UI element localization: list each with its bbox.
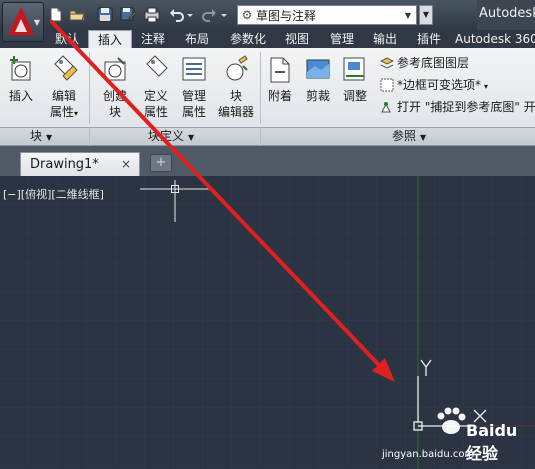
workspace-label: 草图与注释	[256, 8, 317, 23]
frames-vary-dropdown[interactable]: *边框可变选项* ▾	[380, 76, 488, 94]
plus-icon: +	[155, 155, 167, 170]
define-attribute-button[interactable]: 定义 属性	[138, 52, 174, 120]
create-block-label-2: 块	[108, 105, 121, 119]
block-editor-button[interactable]: 块 编辑器	[216, 52, 256, 120]
drawing-canvas[interactable]	[0, 176, 535, 469]
save-icon[interactable]	[96, 6, 114, 23]
clip-label: 剪裁	[305, 89, 330, 103]
open-file-icon[interactable]	[68, 6, 86, 23]
block-editor-label-2: 编辑器	[217, 105, 254, 119]
ribbon-panel: 插入 编辑 属性▾ 创建 块 定义 属性 管理 属性 块 编辑器 附着 剪裁 调…	[0, 48, 535, 128]
watermark-brand: Baidu 经验	[466, 421, 518, 463]
redo-icon[interactable]	[200, 6, 218, 23]
adjust-label: 调整	[342, 89, 367, 103]
frame-icon	[380, 78, 394, 92]
chevron-down-icon: ▼	[33, 18, 40, 27]
tab-output[interactable]: 输出	[366, 30, 404, 48]
manage-attributes-button[interactable]: 管理 属性	[176, 52, 212, 120]
tab-annotate[interactable]: 注释	[134, 30, 172, 48]
tab-view[interactable]: 视图	[278, 30, 316, 48]
redo-dropdown-icon[interactable]	[220, 6, 228, 23]
underlay-layers-button[interactable]: 参考底图图层	[379, 54, 469, 72]
gear-icon: ⚙	[241, 8, 253, 22]
attach-button[interactable]: 附着	[264, 52, 296, 104]
tab-insert[interactable]: 插入	[88, 30, 132, 48]
document-tab-drawing1[interactable]: Drawing1* ×	[20, 152, 140, 176]
panel-label-block-definition[interactable]: 块定义 ▼	[148, 128, 194, 146]
tab-manage[interactable]: 管理	[320, 30, 364, 48]
insert-block-button[interactable]: 插入	[3, 52, 39, 104]
clip-button[interactable]: 剪裁	[302, 52, 334, 104]
insert-block-icon	[6, 52, 36, 86]
edit-attribute-label-1: 编辑	[51, 89, 76, 103]
manage-attributes-label-1: 管理	[181, 89, 206, 103]
viewport-controls[interactable]: [−][俯视][二维线框]	[3, 186, 104, 202]
tab-home[interactable]: 默认	[48, 30, 86, 48]
edit-attribute-label-2: 属性▾	[49, 105, 79, 119]
panel-label-reference[interactable]: 参照 ▼	[392, 128, 426, 146]
new-tab-button[interactable]: +	[150, 154, 172, 172]
application-menu-button[interactable]: ▼	[2, 2, 44, 42]
quick-access-toolbar: ⚙ 草图与注释 ▼ ▼ Autodesk 360	[0, 0, 535, 49]
document-tab-label: Drawing1*	[30, 157, 99, 172]
workspace-selector[interactable]: ⚙ 草图与注释 ▼	[237, 5, 417, 25]
undo-icon[interactable]	[168, 6, 186, 23]
tab-layout[interactable]: 布局	[176, 30, 218, 48]
panel-label-block[interactable]: 块 ▼	[30, 128, 52, 146]
create-block-icon	[100, 52, 130, 86]
block-editor-label-1: 块	[229, 89, 242, 103]
manage-attributes-label-2: 属性	[181, 105, 206, 119]
snap-to-underlay-button[interactable]: 打开 "捕捉到参考底图" 开	[380, 98, 535, 116]
adjust-icon	[340, 52, 370, 86]
ribbon-tabs: 默认 插入 注释 布局 参数化 视图 管理 输出 插件 Autodesk 360	[0, 30, 535, 48]
define-attribute-label-2: 属性	[143, 105, 168, 119]
block-editor-icon	[221, 52, 251, 86]
define-attribute-label-1: 定义	[143, 89, 168, 103]
app-title: Autodesk 360	[477, 0, 535, 49]
adjust-button[interactable]: 调整	[339, 52, 371, 104]
chevron-down-icon: ▼	[404, 10, 412, 20]
tab-plugins[interactable]: 插件	[408, 30, 450, 48]
watermark-url: jingyan.baidu.com	[382, 449, 475, 460]
document-tab-bar: Drawing1* × +	[0, 146, 535, 176]
create-block-button[interactable]: 创建 块	[97, 52, 133, 120]
manage-attributes-icon	[179, 52, 209, 86]
customize-toolbar-button[interactable]: ▼	[419, 5, 433, 25]
create-block-label-1: 创建	[102, 89, 127, 103]
save-as-icon[interactable]	[119, 6, 137, 23]
close-icon[interactable]: ×	[121, 157, 131, 171]
tab-autodesk-360[interactable]: Autodesk 360	[455, 30, 535, 48]
attach-icon	[265, 52, 295, 86]
ribbon-panel-labels: 块 ▼ 块定义 ▼ 参照 ▼	[0, 128, 535, 146]
tab-parametric[interactable]: 参数化	[222, 30, 274, 48]
attach-label: 附着	[267, 89, 292, 103]
define-attribute-icon	[141, 52, 171, 86]
insert-label: 插入	[8, 89, 33, 103]
print-icon[interactable]	[143, 6, 161, 23]
undo-dropdown-icon[interactable]	[186, 6, 194, 23]
new-file-icon[interactable]	[47, 6, 65, 23]
edit-attribute-icon	[49, 52, 79, 86]
layers-icon	[379, 56, 395, 70]
snap-icon	[380, 100, 394, 114]
clip-icon	[303, 52, 333, 86]
edit-attribute-button[interactable]: 编辑 属性▾	[46, 52, 82, 122]
